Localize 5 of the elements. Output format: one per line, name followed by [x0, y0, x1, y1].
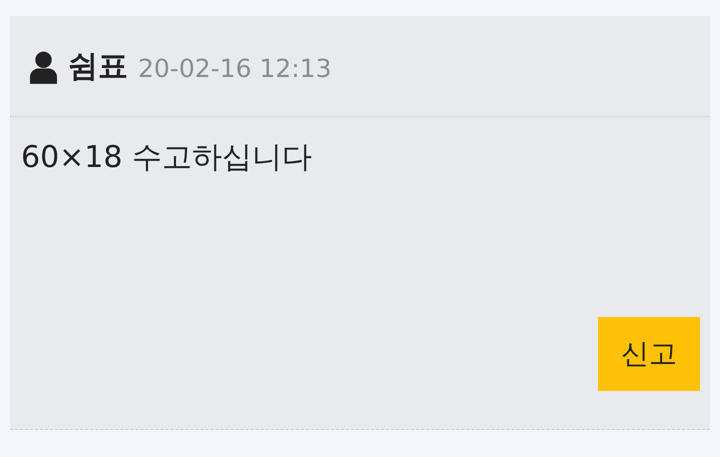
- report-button[interactable]: 신고: [598, 317, 700, 391]
- user-icon: [30, 50, 57, 84]
- comment-text: 60×18 수고하십니다: [21, 139, 314, 177]
- comment-date: 20-02-16 12:13: [138, 54, 332, 82]
- author-name: 쉼표: [68, 48, 128, 86]
